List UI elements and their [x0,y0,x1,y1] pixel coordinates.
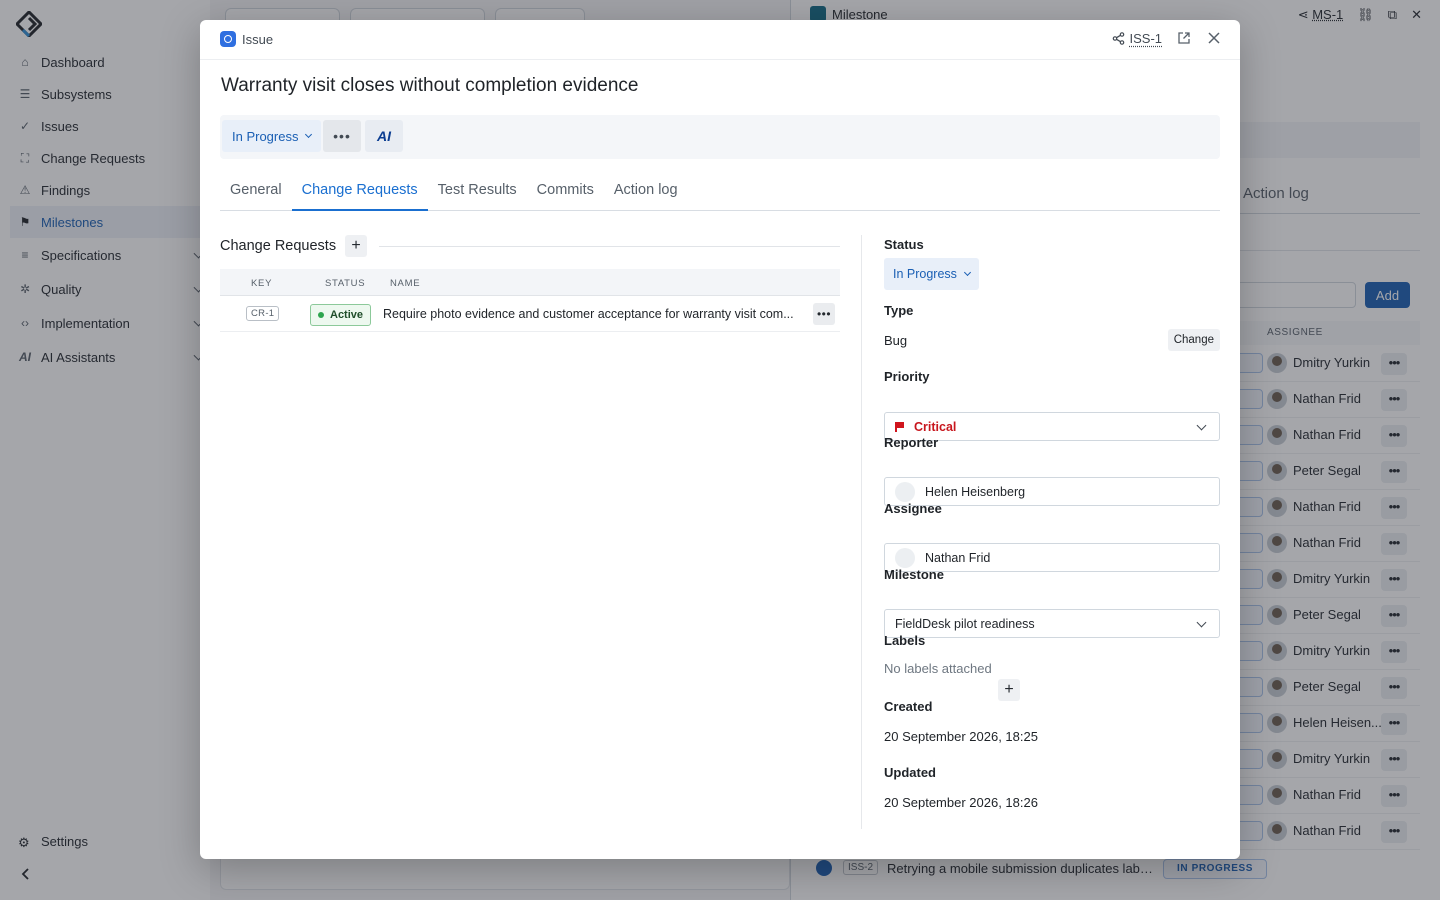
ellipsis-icon: ••• [816,307,832,321]
avatar [895,547,915,568]
status-dropdown[interactable]: In Progress [884,258,979,290]
type-label: Type [884,303,914,318]
panel-divider [861,235,862,829]
milestone-select[interactable]: FieldDesk pilot readiness [884,609,1220,638]
chevron-down-icon [305,130,313,139]
table-row[interactable]: CR-1 Active Require photo evidence and c… [220,296,840,332]
column-header-name[interactable]: NAME [390,278,420,289]
reporter-label: Reporter [884,435,939,450]
labels-value: No labels attached [884,661,992,676]
column-header-status[interactable]: STATUS [325,278,365,289]
created-value: 20 September 2026, 18:25 [884,729,1038,744]
tab-general[interactable]: General [220,175,292,211]
status-label: Status [884,237,924,252]
type-value: Bug [884,333,908,348]
modal-header: Issue ISS-1 [200,20,1240,60]
add-label-button[interactable]: + [998,679,1020,701]
section-title: Change Requests [220,238,337,254]
change-type-button[interactable]: Change [1167,329,1220,351]
modal-actions: ISS-1 [1112,30,1222,46]
chevron-down-icon [1196,617,1207,628]
created-label: Created [884,699,933,714]
divider [379,245,840,247]
flag-icon [895,421,904,432]
tab-commits[interactable]: Commits [527,175,604,211]
tab-change-requests[interactable]: Change Requests [291,175,428,211]
priority-label: Priority [884,369,930,384]
ellipsis-icon: ••• [333,128,351,144]
table-header: KEY STATUS NAME [220,269,840,296]
add-change-request-button[interactable]: + [345,235,368,257]
change-request-name[interactable]: Require photo evidence and customer acce… [383,307,803,321]
plus-icon: + [1004,681,1014,698]
avatar [895,481,915,502]
row-actions-button[interactable]: ••• [813,303,835,325]
status-badge: Active [310,304,372,326]
issue-type-indicator: Issue [220,31,273,47]
issue-modal: Issue ISS-1 Warranty visit closes withou… [200,20,1240,859]
tab-action-log[interactable]: Action log [604,175,688,211]
chevron-down-icon [1196,420,1207,431]
more-actions-button[interactable]: ••• [323,120,361,152]
issue-key-link[interactable]: ISS-1 [1112,31,1162,46]
updated-label: Updated [884,765,936,780]
change-requests-header: Change Requests + [220,235,840,257]
share-icon [1113,31,1125,45]
updated-value: 20 September 2026, 18:26 [884,795,1038,810]
milestone-label: Milestone [884,567,944,582]
open-external-icon[interactable] [1176,30,1192,46]
tab-test-results[interactable]: Test Results [428,175,527,211]
ai-icon: AI [377,128,391,144]
chevron-down-icon [963,268,971,277]
ai-assistant-button[interactable]: AI [365,120,403,152]
status-dot-icon [318,312,324,318]
issue-title[interactable]: Warranty visit closes without completion… [221,75,638,97]
issue-toolbar: In Progress ••• AI [220,115,1220,159]
labels-label: Labels [884,633,926,648]
issue-tabs: General Change Requests Test Results Com… [220,175,1220,211]
column-header-key[interactable]: KEY [251,278,272,289]
change-requests-table: KEY STATUS NAME CR-1 Active Require phot… [220,269,840,332]
close-icon[interactable] [1206,30,1222,46]
status-dropdown[interactable]: In Progress [222,120,322,152]
change-request-key[interactable]: CR-1 [246,306,280,321]
assignee-label: Assignee [884,501,942,516]
issue-icon [220,31,236,47]
plus-icon: + [351,237,361,254]
